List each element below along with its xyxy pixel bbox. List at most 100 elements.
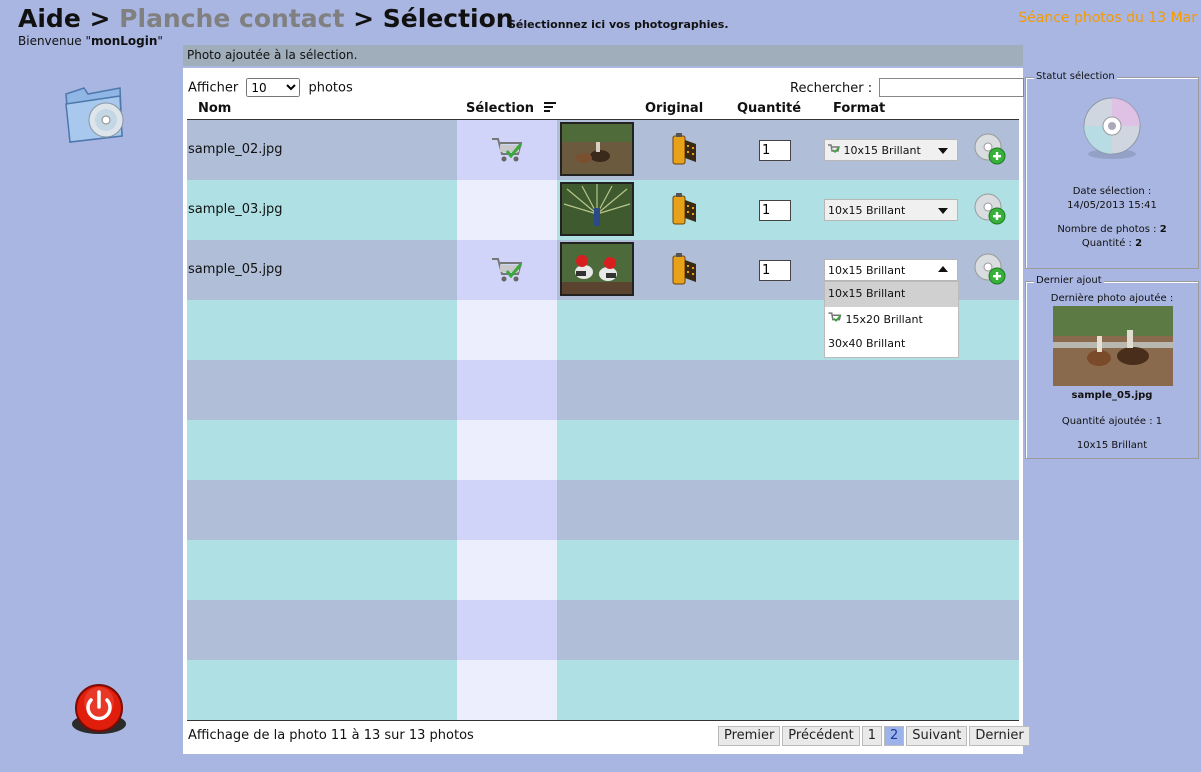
format-value: 10x15 Brillant — [828, 264, 906, 277]
welcome-text: Bienvenue "monLogin" — [18, 34, 163, 48]
cd-add-icon[interactable] — [974, 252, 1006, 286]
pagination-info: Affichage de la photo 11 à 13 sur 13 pho… — [188, 728, 474, 743]
table-row: sample_02.jpg 10x15 Brillant — [187, 120, 1019, 180]
cart-check-icon — [828, 312, 842, 322]
quantity-input[interactable] — [759, 200, 791, 221]
selection-cell — [457, 660, 557, 720]
quantity-input[interactable] — [759, 140, 791, 161]
cd-add-icon[interactable] — [974, 192, 1006, 226]
quantity-total: Quantité : 2 — [1026, 238, 1198, 249]
last-added-panel: Dernier ajout Dernière photo ajoutée : s… — [1025, 275, 1199, 459]
format-option[interactable]: 30x40 Brillant — [825, 332, 958, 357]
welcome-suffix: " — [157, 34, 163, 48]
breadcrumb-planche-contact[interactable]: Planche contact — [119, 4, 344, 33]
breadcrumb-aide[interactable]: Aide — [18, 4, 81, 33]
page-2-button[interactable]: 2 — [883, 726, 905, 746]
show-label: Afficher — [188, 80, 239, 96]
format-dropdown-list: 10x15 Brillant 15x20 Brillant 30x40 Bril… — [824, 281, 959, 358]
photo-filename: sample_02.jpg — [188, 142, 283, 157]
film-roll-icon[interactable] — [667, 252, 699, 288]
photo-filename: sample_05.jpg — [188, 262, 283, 277]
notice-bar: Photo ajoutée à la sélection. — [183, 45, 1023, 66]
format-value: 10x15 Brillant — [843, 144, 921, 157]
quantity-total-value: 2 — [1135, 238, 1143, 249]
page-subtitle: Sélectionnez ici vos photographies. — [508, 18, 729, 31]
format-value: 10x15 Brillant — [828, 204, 906, 217]
cd-add-icon[interactable] — [974, 132, 1006, 166]
film-roll-icon[interactable] — [667, 132, 699, 168]
format-select[interactable]: 10x15 Brillant — [824, 139, 958, 161]
photo-count-label: Nombre de photos : — [1057, 224, 1157, 235]
empty-row — [187, 360, 1019, 420]
photo-thumbnail[interactable] — [560, 182, 634, 236]
cart-check-icon[interactable] — [490, 134, 524, 166]
selection-cell — [457, 300, 557, 360]
welcome-prefix: Bienvenue " — [18, 34, 91, 48]
cd-icon — [1083, 97, 1141, 159]
page-size-control: Afficher 10 photos — [188, 78, 353, 97]
quantity-input[interactable] — [759, 260, 791, 281]
column-header-original[interactable]: Original — [645, 101, 703, 116]
last-added-thumbnail[interactable] — [1053, 306, 1173, 386]
chevron-up-icon — [938, 266, 948, 272]
format-option-label: 15x20 Brillant — [845, 313, 923, 326]
empty-row — [187, 600, 1019, 660]
selection-cell — [457, 540, 557, 600]
photo-count: Nombre de photos : 2 — [1026, 224, 1198, 235]
empty-row — [187, 420, 1019, 480]
chevron-down-icon — [938, 148, 948, 154]
empty-row — [187, 480, 1019, 540]
session-title: Séance photos du 13 Mar — [1018, 10, 1197, 26]
format-option[interactable]: 10x15 Brillant — [825, 282, 958, 307]
breadcrumb-separator: > — [89, 4, 111, 33]
search-label: Rechercher : — [790, 81, 873, 96]
cart-check-icon[interactable] — [490, 254, 524, 286]
date-value: 14/05/2013 15:41 — [1067, 200, 1157, 211]
last-added-title: Dernière photo ajoutée : — [1050, 293, 1174, 304]
format-option[interactable]: 15x20 Brillant — [825, 307, 958, 332]
table-row: sample_03.jpg 10x15 Brillant — [187, 180, 1019, 240]
format-select[interactable]: 10x15 Brillant — [824, 259, 958, 281]
column-header-selection[interactable]: Sélection — [466, 101, 534, 116]
power-icon[interactable] — [69, 680, 129, 736]
photo-filename: sample_03.jpg — [188, 202, 283, 217]
panel-legend: Dernier ajout — [1034, 275, 1104, 286]
column-header-quantite[interactable]: Quantité — [737, 101, 801, 116]
selection-cell — [457, 600, 557, 660]
cart-check-icon — [828, 144, 840, 154]
photo-table-body: sample_02.jpg 10x15 Brillant s — [187, 120, 1019, 720]
breadcrumb-selection: Sélection — [382, 4, 514, 33]
breadcrumb: Aide > Planche contact > Sélection — [18, 4, 514, 33]
sort-icon[interactable] — [544, 101, 557, 113]
last-added-quantity: Quantité ajoutée : 1 — [1061, 416, 1163, 427]
empty-row — [187, 660, 1019, 720]
column-header-format[interactable]: Format — [833, 101, 885, 116]
last-page-button[interactable]: Dernier — [969, 726, 1030, 746]
footer-divider — [187, 720, 1019, 721]
page-1-button[interactable]: 1 — [861, 726, 882, 746]
page-size-select[interactable]: 10 — [246, 78, 301, 97]
folder-cd-icon[interactable] — [62, 80, 128, 146]
empty-row — [187, 540, 1019, 600]
selection-status-panel: Statut sélection Date sélection : 14/05/… — [1025, 71, 1199, 269]
panel-legend: Statut sélection — [1034, 71, 1117, 82]
search-control: Rechercher : — [790, 78, 1025, 97]
chevron-down-icon — [938, 208, 948, 214]
selection-cell — [457, 180, 557, 240]
previous-page-button[interactable]: Précédent — [782, 726, 860, 746]
search-input[interactable] — [879, 78, 1025, 97]
film-roll-icon[interactable] — [667, 192, 699, 228]
breadcrumb-separator: > — [353, 4, 375, 33]
last-added-format: 10x15 Brillant — [1076, 440, 1148, 451]
pagination: Premier Précédent 1 2 Suivant Dernier — [718, 726, 1030, 746]
column-header-nom[interactable]: Nom — [198, 101, 231, 116]
login-name: monLogin — [90, 34, 158, 48]
show-suffix: photos — [308, 80, 353, 96]
photo-thumbnail[interactable] — [560, 242, 634, 296]
format-select[interactable]: 10x15 Brillant — [824, 199, 958, 221]
selection-cell — [457, 360, 557, 420]
photo-thumbnail[interactable] — [560, 122, 634, 176]
selection-cell — [457, 420, 557, 480]
first-page-button[interactable]: Premier — [718, 726, 781, 746]
next-page-button[interactable]: Suivant — [906, 726, 968, 746]
